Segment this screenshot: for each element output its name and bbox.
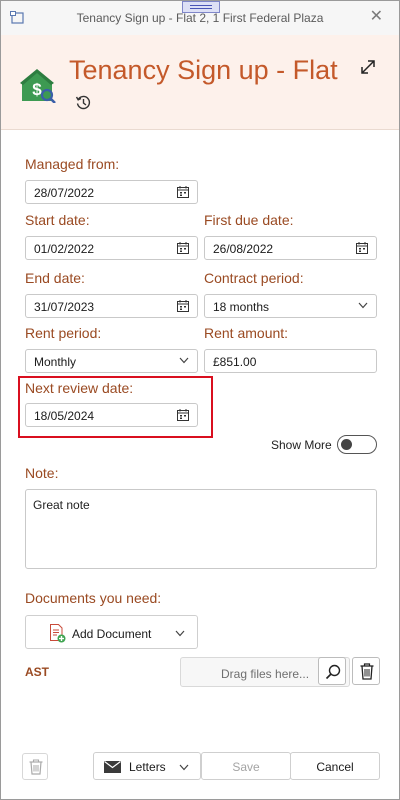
chevron-down-icon (358, 302, 368, 309)
house-dollar-icon: $ (20, 69, 56, 103)
cancel-button[interactable]: Cancel (290, 752, 380, 780)
next-review-date-value: 18/05/2024 (34, 409, 95, 423)
show-more-toggle[interactable] (337, 435, 377, 454)
first-due-date-value: 26/08/2022 (213, 242, 274, 256)
close-icon[interactable]: ✕ (370, 9, 383, 25)
page-header: $ Tenancy Sign up - Flat (1, 35, 399, 130)
chevron-down-icon (175, 630, 185, 637)
rent-amount-input[interactable]: £851.00 (204, 349, 377, 373)
browse-files-button[interactable] (318, 657, 346, 685)
chevron-down-icon (179, 764, 189, 771)
toggle-knob (341, 439, 352, 450)
rent-period-select[interactable]: Monthly (25, 349, 198, 373)
start-date-value: 01/02/2022 (34, 242, 95, 256)
calendar-icon[interactable] (177, 300, 189, 312)
search-icon (325, 664, 341, 680)
contract-period-select[interactable]: 18 months (204, 294, 377, 318)
end-date-value: 31/07/2023 (34, 300, 95, 314)
drag-handle[interactable] (182, 1, 220, 13)
cancel-label: Cancel (316, 760, 354, 774)
calendar-icon[interactable] (177, 242, 189, 254)
note-value: Great note (33, 498, 90, 512)
drop-placeholder: Drag files here... (221, 667, 310, 681)
contract-period-value: 18 months (213, 300, 270, 314)
letters-button[interactable]: Letters (93, 752, 201, 780)
note-textarea[interactable]: Great note (25, 489, 377, 569)
next-review-date-picker[interactable]: 18/05/2024 (25, 403, 198, 427)
documents-label: Documents you need: (25, 590, 162, 606)
trash-icon (29, 759, 43, 775)
trash-icon (360, 663, 374, 680)
rent-period-value: Monthly (34, 355, 77, 369)
start-date-label: Start date: (25, 212, 90, 228)
first-due-date-label: First due date: (204, 212, 294, 228)
add-document-label: Add Document (72, 627, 152, 641)
contract-period-label: Contract period: (204, 270, 304, 286)
page-title: Tenancy Sign up - Flat (69, 55, 338, 85)
end-date-picker[interactable]: 31/07/2023 (25, 294, 198, 318)
end-date-label: End date: (25, 270, 85, 286)
next-review-date-label: Next review date: (25, 380, 134, 396)
note-label: Note: (25, 465, 59, 481)
add-document-icon (50, 624, 66, 643)
add-document-button[interactable]: Add Document (25, 615, 198, 649)
chevron-down-icon (179, 357, 189, 364)
rent-amount-label: Rent amount: (204, 325, 289, 341)
history-icon[interactable] (75, 94, 92, 111)
window-title: Tenancy Sign up - Flat 2, 1 First Federa… (76, 11, 324, 25)
tenancy-signup-window: Tenancy Sign up - Flat 2, 1 First Federa… (0, 0, 400, 800)
managed-from-value: 28/07/2022 (34, 186, 95, 200)
svg-text:$: $ (32, 80, 42, 99)
show-more-label: Show More (271, 438, 332, 452)
envelope-icon (104, 761, 121, 773)
managed-from-label: Managed from: (25, 156, 120, 172)
save-label: Save (232, 760, 260, 774)
expand-icon[interactable] (359, 58, 377, 76)
rent-period-label: Rent period: (25, 325, 102, 341)
start-date-picker[interactable]: 01/02/2022 (25, 236, 198, 260)
ast-document-label: AST (25, 665, 49, 679)
calendar-icon[interactable] (177, 409, 189, 421)
delete-file-button[interactable] (352, 657, 380, 685)
calendar-icon[interactable] (356, 242, 368, 254)
calendar-icon[interactable] (177, 186, 189, 198)
rent-amount-value: £851.00 (213, 355, 257, 369)
save-button[interactable]: Save (201, 752, 291, 780)
letters-label: Letters (129, 760, 166, 774)
managed-from-date-picker[interactable]: 28/07/2022 (25, 180, 198, 204)
delete-record-button[interactable] (22, 753, 48, 780)
first-due-date-picker[interactable]: 26/08/2022 (204, 236, 377, 260)
